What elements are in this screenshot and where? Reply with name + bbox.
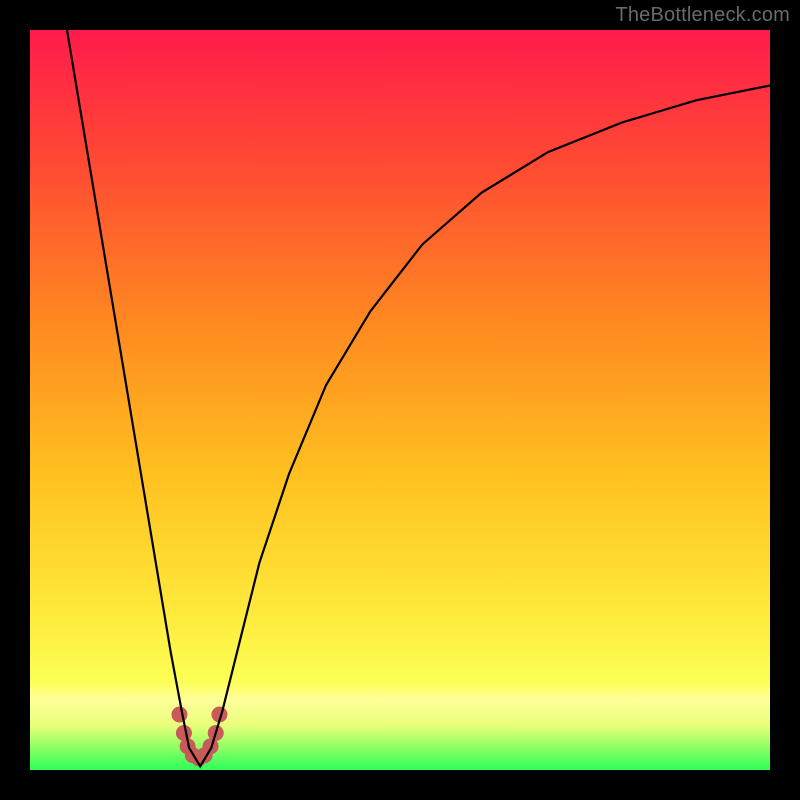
chart-stage: TheBottleneck.com — [0, 0, 800, 800]
bottleneck-chart — [0, 0, 800, 800]
watermark-text: TheBottleneck.com — [615, 4, 790, 27]
curve-marker — [171, 707, 187, 723]
plot-background — [30, 30, 770, 770]
